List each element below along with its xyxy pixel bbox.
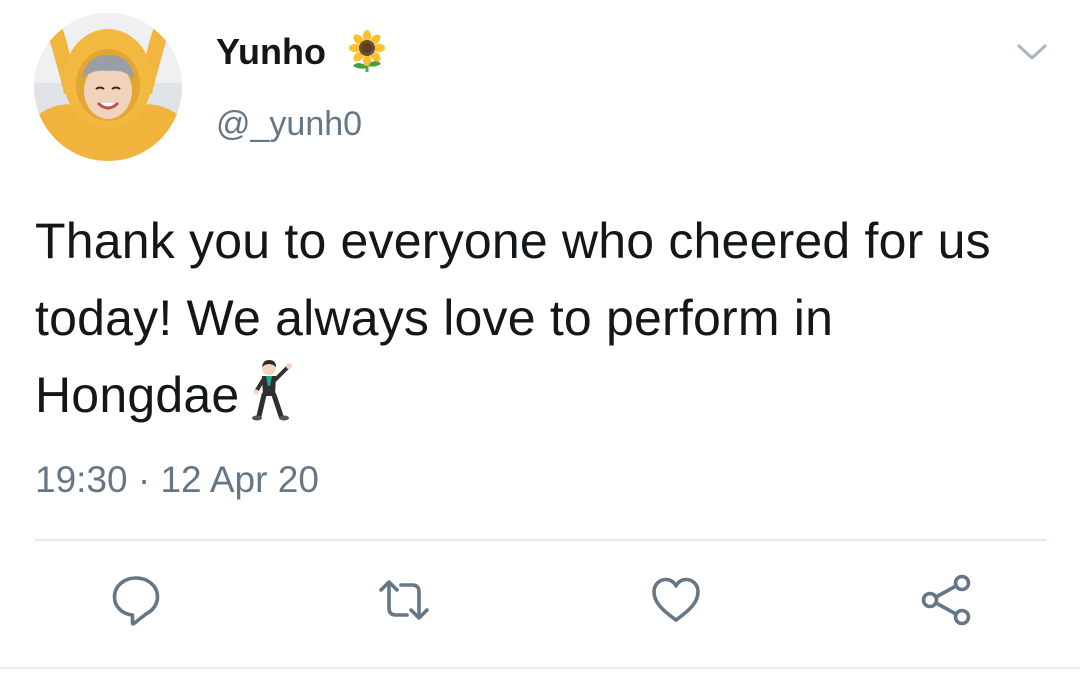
- avatar[interactable]: [34, 13, 182, 161]
- meta-separator: ·: [137, 459, 151, 500]
- heart-icon: [652, 577, 700, 622]
- reply-button[interactable]: [108, 572, 164, 628]
- tweet-text-body: Thank you to everyone who cheered for us…: [35, 213, 991, 423]
- sunflower-emoji: [345, 30, 389, 74]
- man-dancing-emoji: [251, 358, 299, 424]
- bottom-divider: [0, 667, 1080, 669]
- chevron-down-icon[interactable]: [1014, 38, 1050, 66]
- reply-icon: [112, 576, 160, 626]
- tweet-timestamp[interactable]: 19:30 · 12 Apr 20: [35, 458, 319, 502]
- tweet-date: 12 Apr 20: [160, 459, 319, 500]
- share-button[interactable]: [918, 572, 974, 628]
- retweet-button[interactable]: [376, 572, 432, 628]
- author-handle[interactable]: @_yunh0: [216, 104, 362, 144]
- tweet-text: Thank you to everyone who cheered for us…: [35, 203, 1045, 434]
- author-name[interactable]: Yunho: [216, 30, 326, 74]
- divider: [35, 539, 1047, 541]
- tweet-time: 19:30: [35, 459, 128, 500]
- like-button[interactable]: [648, 572, 704, 628]
- share-icon: [921, 574, 971, 626]
- retweet-icon: [379, 580, 429, 620]
- tweet-card: Yunho @_yunh0 Thank you to everyone who …: [0, 0, 1080, 686]
